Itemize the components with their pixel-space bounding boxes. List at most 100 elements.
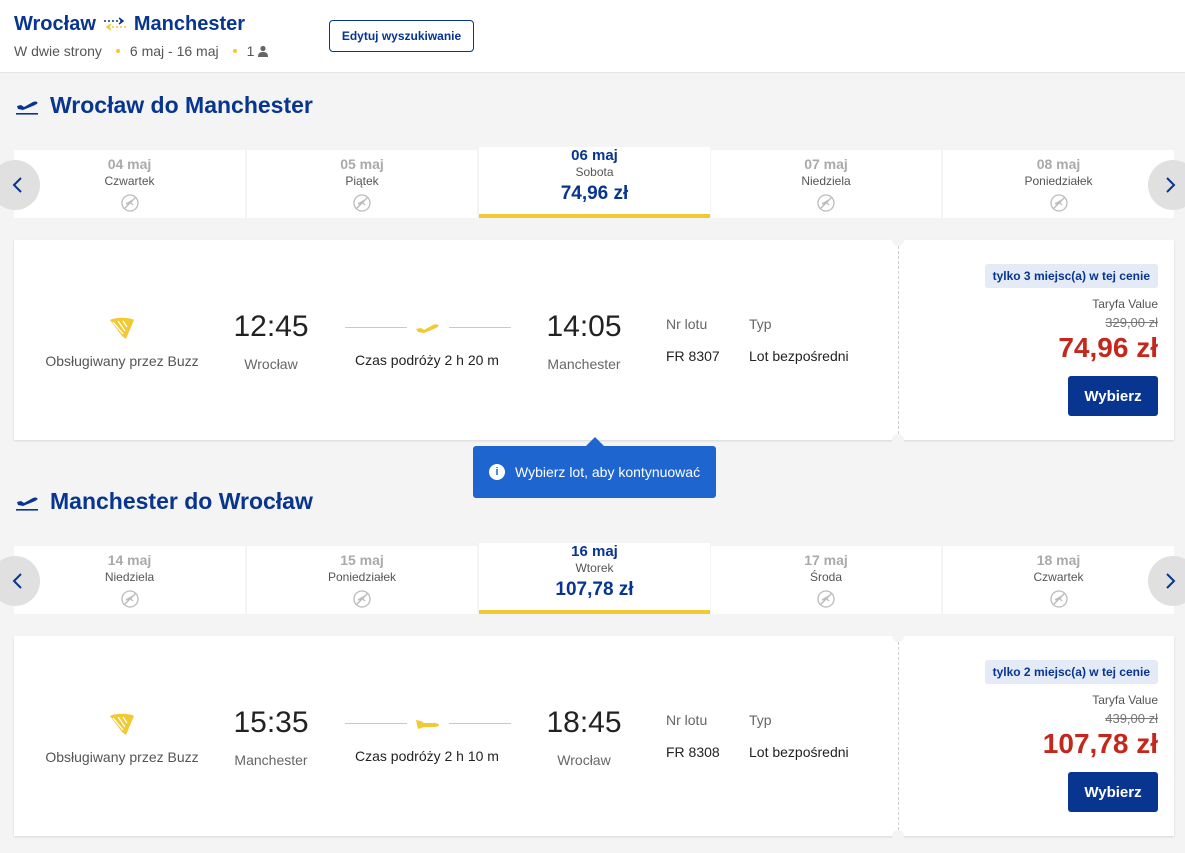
date-label: 08 maj (1036, 156, 1081, 172)
harp-logo-icon (110, 713, 134, 735)
date-option[interactable]: 17 maj Środa (711, 546, 941, 614)
date-label: 18 maj (1036, 552, 1081, 568)
info-icon: i (489, 464, 505, 480)
date-option[interactable]: 18 maj Czwartek (943, 546, 1174, 614)
fare-type: Taryfa Value (1092, 297, 1158, 311)
weekday-label: Czwartek (1033, 570, 1084, 584)
card-notch (892, 630, 904, 642)
inbound-date-carousel: 14 maj Niedziela 15 maj Poniedziałek 16 … (0, 543, 1185, 616)
date-option[interactable]: 08 maj Poniedziałek (943, 150, 1174, 218)
plane-departure-icon (16, 496, 38, 511)
no-flight-icon (120, 194, 139, 212)
date-label: 14 maj (107, 552, 152, 568)
date-label: 04 maj (107, 156, 152, 172)
chevron-right-icon (1166, 573, 1176, 589)
card-notch (892, 234, 904, 246)
inbound-flight-card[interactable]: Obsługiwany przez Buzz 15:35 Manchester … (14, 630, 1174, 842)
date-price: 107,78 zł (555, 579, 634, 600)
route-meta: W dwie strony 6 maj - 16 maj 1 (14, 43, 269, 59)
weekday-label: Środa (809, 570, 843, 584)
origin-city: Wrocław (14, 12, 96, 35)
select-flight-button[interactable]: Wybierz (1068, 376, 1158, 416)
price: 74,96 zł (1058, 332, 1158, 363)
date-label: 06 maj (571, 147, 618, 164)
date-label: 16 maj (571, 543, 618, 560)
operator: Obsługiwany przez Buzz (40, 710, 204, 765)
trip-dates: 6 maj - 16 maj (129, 43, 219, 59)
date-option[interactable]: 05 maj Piątek (247, 150, 477, 218)
no-flight-icon (353, 194, 371, 212)
weekday-label: Czwartek (104, 174, 155, 188)
card-divider (898, 246, 899, 434)
weekday-label: Niedziela (801, 174, 851, 188)
harp-logo-icon (110, 317, 134, 339)
inbound-section-title: Manchester do Wrocław (14, 488, 313, 515)
chevron-left-icon (12, 573, 22, 589)
no-flight-icon (817, 590, 835, 608)
weekday-label: Piątek (345, 174, 379, 188)
date-option[interactable]: 04 maj Czwartek (14, 150, 245, 218)
chevron-left-icon (12, 177, 22, 193)
seats-left-badge: tylko 3 miejsc(a) w tej cenie (984, 264, 1158, 288)
date-option[interactable]: 15 maj Poniedziałek (247, 546, 477, 614)
chevron-right-icon (1166, 177, 1176, 193)
operator-label: Obsługiwany przez Buzz (45, 353, 199, 369)
date-label: 05 maj (340, 156, 384, 172)
date-label: 17 maj (804, 552, 848, 568)
no-flight-icon (353, 590, 371, 608)
trip-type: W dwie strony (14, 43, 102, 59)
passenger-number: 1 (246, 43, 255, 59)
no-flight-icon (1049, 590, 1068, 608)
weekday-label: Poniedziałek (327, 570, 397, 584)
weekday-label: Niedziela (104, 570, 155, 584)
date-label: 15 maj (340, 552, 384, 568)
card-notch (892, 434, 904, 446)
select-flight-button[interactable]: Wybierz (1068, 772, 1158, 812)
old-price: 439,00 zł (1105, 711, 1158, 726)
weekday-label: Sobota (575, 165, 614, 179)
arrival-city: Wrocław (557, 752, 611, 768)
passenger-count: 1 (247, 43, 270, 59)
edit-search-button[interactable]: Edytuj wyszukiwanie (329, 20, 474, 52)
date-option-selected[interactable]: 16 maj Wtorek 107,78 zł (479, 543, 710, 614)
arrival-city: Manchester (547, 356, 621, 372)
operator-label: Obsługiwany przez Buzz (45, 749, 199, 765)
inbound-title: Manchester do Wrocław (50, 488, 313, 514)
flight-type-label: Typ (749, 712, 772, 728)
flight-duration: Czas podróży 2 h 20 m (355, 352, 499, 368)
flight-route-line (345, 714, 511, 734)
date-option-selected[interactable]: 06 maj Sobota 74,96 zł (479, 147, 710, 218)
outbound-date-carousel: 04 maj Czwartek 05 maj Piątek 06 maj Sob… (0, 147, 1185, 220)
date-option[interactable]: 14 maj Niedziela (14, 546, 245, 614)
plane-landing-icon (416, 720, 439, 729)
arrival-time: 14:05 (546, 310, 622, 343)
route-title: Wrocław Manchester (14, 12, 245, 36)
seats-left-badge: tylko 2 miejsc(a) w tej cenie (984, 660, 1158, 684)
departure-city: Wrocław (244, 356, 298, 372)
no-flight-icon (817, 194, 835, 212)
date-option[interactable]: 07 maj Niedziela (711, 150, 941, 218)
separator-dot (115, 49, 120, 53)
no-flight-icon (120, 590, 139, 608)
destination-city: Manchester (133, 12, 246, 35)
flight-type-label: Typ (749, 316, 772, 332)
outbound-flight-card[interactable]: Obsługiwany przez Buzz 12:45 Wrocław Cza… (14, 234, 1174, 446)
person-icon (258, 45, 269, 57)
flight-number-label: Nr lotu (666, 316, 708, 332)
flight-number-label: Nr lotu (666, 712, 708, 728)
price: 107,78 zł (1042, 728, 1158, 759)
flight-number: FR 8307 (666, 348, 720, 364)
tooltip-text: Wybierz lot, aby kontynuować (515, 464, 701, 480)
flight-route-line (345, 318, 511, 338)
old-price: 329,00 zł (1105, 315, 1158, 330)
flight-number: FR 8308 (666, 744, 720, 760)
card-notch (892, 830, 904, 842)
weekday-label: Wtorek (575, 561, 614, 575)
flight-type: Lot bezpośredni (749, 348, 849, 364)
arrival-time: 18:45 (546, 706, 622, 739)
search-summary-bar: Wrocław Manchester W dwie strony 6 maj -… (0, 0, 1185, 73)
date-label: 07 maj (804, 156, 848, 172)
outbound-section-title: Wrocław do Manchester (14, 92, 313, 119)
departure-time: 15:35 (233, 706, 309, 739)
return-trip-icon (102, 16, 128, 32)
